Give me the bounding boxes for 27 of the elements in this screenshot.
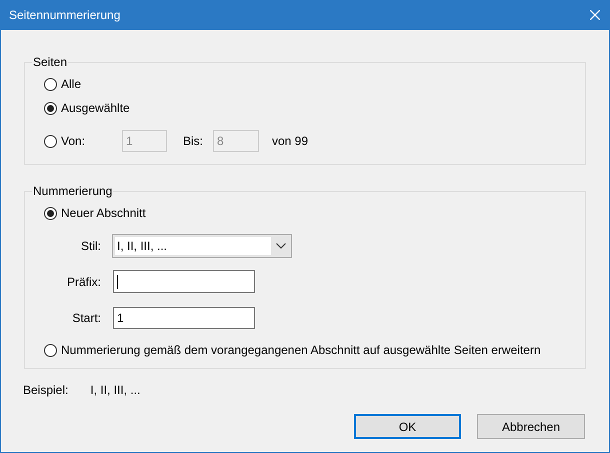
example-label: Beispiel: (23, 383, 68, 397)
field-label: Start: (71, 311, 101, 325)
option-label[interactable]: Neuer Abschnitt (61, 206, 146, 220)
text-field[interactable]: 1 (113, 307, 255, 329)
window-title: Seitennummerierung (9, 8, 120, 22)
style-dropdown[interactable]: I, II, III, ... (112, 234, 292, 258)
field-label: Präfix: (66, 274, 101, 288)
radio-button[interactable] (44, 134, 57, 148)
field-label: Bis: (183, 134, 204, 148)
option-label[interactable]: Alle (61, 77, 82, 91)
cancel-button[interactable]: Abbrechen (477, 414, 585, 439)
text-field[interactable] (113, 270, 255, 293)
field-label: Stil: (80, 239, 101, 253)
radio-button[interactable] (44, 206, 57, 220)
page-count: von 99 (272, 134, 308, 148)
radio-button[interactable] (44, 344, 57, 356)
caret-icon (276, 243, 286, 249)
group-title: Nummerierung (32, 184, 114, 198)
option-label[interactable]: Nummerierung gemäß dem vorangegangenen Abschnitt auf ausgewählte Seiten erweitern (61, 343, 541, 357)
radio-button[interactable] (44, 102, 57, 114)
ok-button[interactable]: OK (354, 414, 461, 439)
close-icon[interactable] (590, 10, 600, 20)
option-label[interactable]: Ausgewählte (61, 101, 130, 115)
option-label[interactable]: Von: (61, 134, 86, 148)
radio-button[interactable] (44, 78, 57, 90)
example-value: I, II, III, ... (90, 383, 140, 397)
group-title: Seiten (32, 55, 68, 69)
